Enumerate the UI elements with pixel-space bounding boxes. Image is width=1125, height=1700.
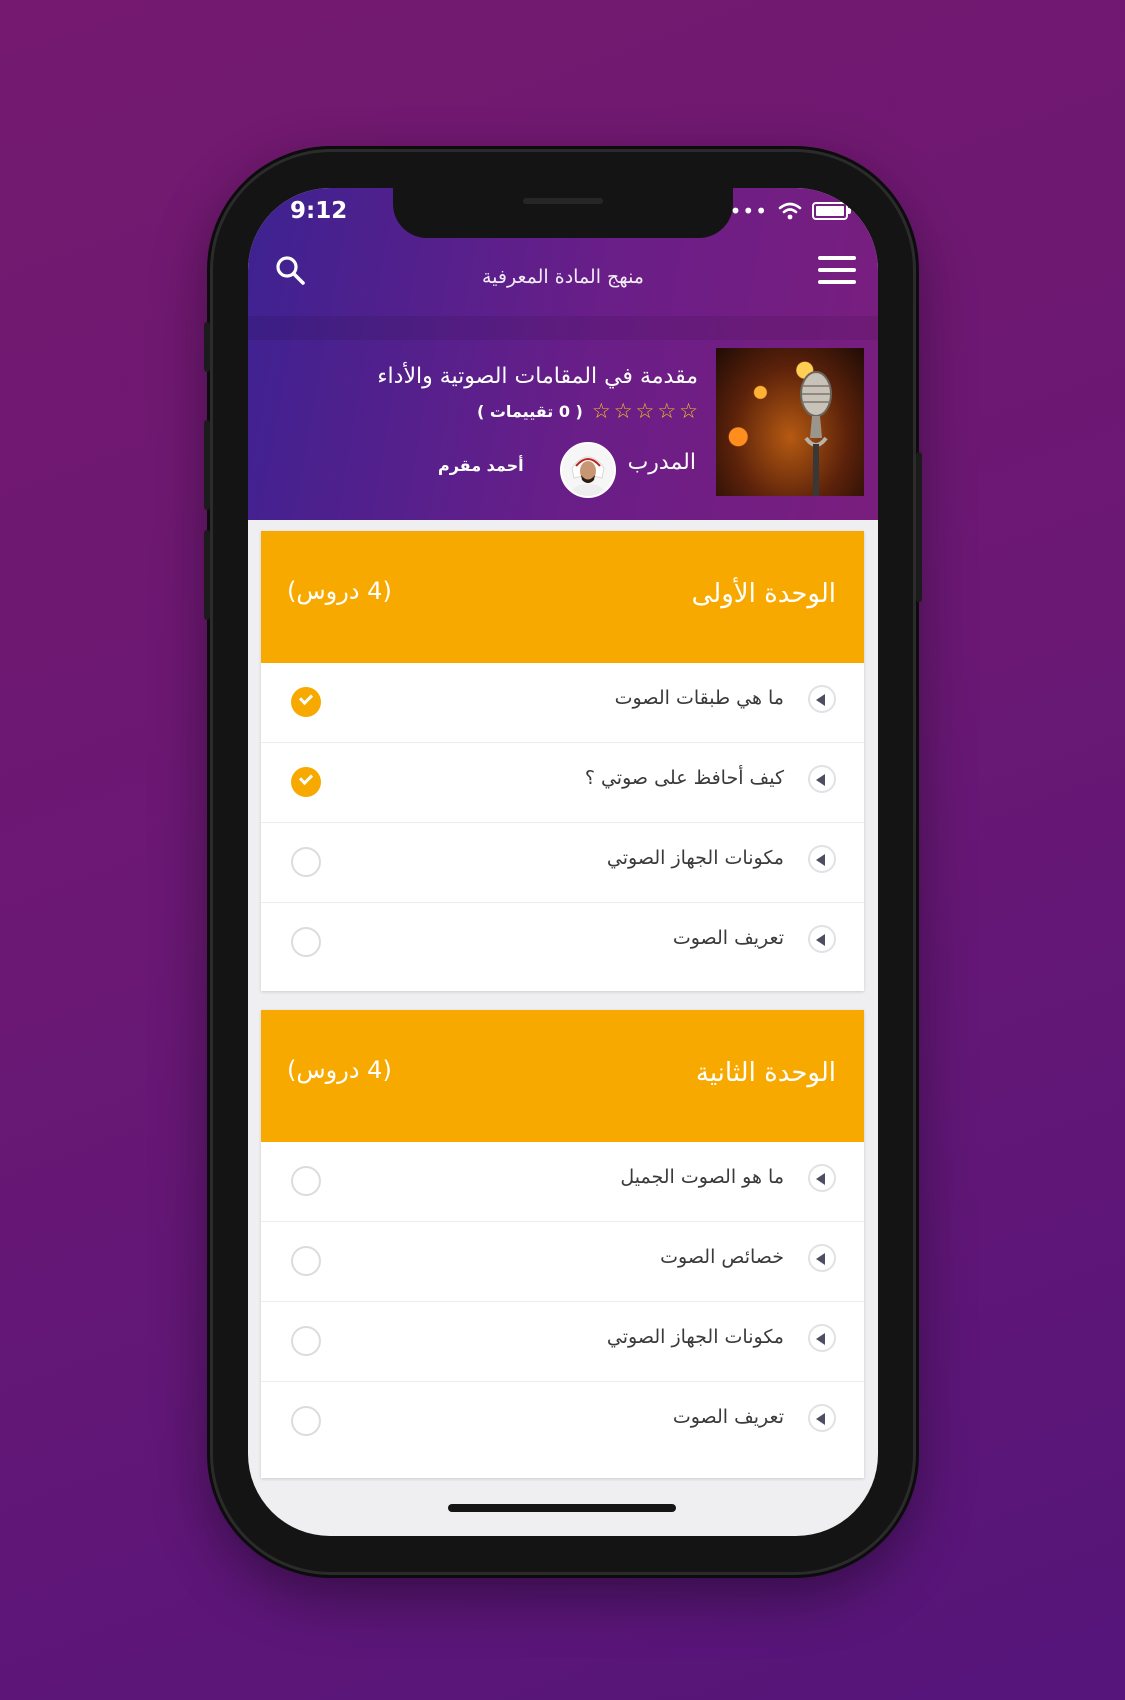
star-icon: ☆ [657,399,677,423]
star-icon: ☆ [679,399,698,423]
incomplete-circle-icon [291,1246,321,1276]
lesson-row[interactable]: ما هو الصوت الجميل [261,1142,864,1222]
trainer-label: المدرب [627,450,696,475]
star-icon: ☆ [635,399,655,423]
search-button[interactable] [274,254,314,294]
play-icon[interactable] [808,1324,836,1352]
completed-check-icon [291,767,321,797]
completed-check-icon [291,687,321,717]
play-icon[interactable] [808,845,836,873]
incomplete-circle-icon [291,927,321,957]
play-icon[interactable] [808,765,836,793]
battery-icon [812,202,851,220]
lesson-title: كيف أحافظ على صوتي ؟ [584,767,784,789]
course-rating: ☆ ☆ ☆ ☆ ☆ ( 0 تقييمات ) [477,400,698,422]
course-thumbnail[interactable] [716,348,864,496]
lesson-row[interactable]: خصائص الصوت [261,1222,864,1302]
mute-switch [204,322,210,372]
unit-card: الوحدة الأولى (4 دروس) ما هي طبقات الصوت… [261,531,864,991]
volume-down-button [204,530,210,620]
status-time: 9:12 [290,198,348,224]
play-icon[interactable] [808,925,836,953]
menu-button[interactable] [818,256,856,286]
play-icon[interactable] [808,1404,836,1432]
search-icon [276,256,305,285]
unit-title: الوحدة الأولى [691,579,836,609]
screen: 9:12 •••• منهج المادة المعرفية مقدمة في … [248,188,878,1536]
incomplete-circle-icon [291,1326,321,1356]
trainer-name[interactable]: أحمد مقرم [438,456,524,475]
status-icons: •••• [717,201,851,221]
lesson-row[interactable]: تعريف الصوت [261,1382,864,1478]
person-icon [570,456,606,496]
lesson-row[interactable]: مكونات الجهاز الصوتي [261,1302,864,1382]
hamburger-menu-icon [818,280,856,284]
home-indicator[interactable] [448,1504,676,1512]
lesson-title: مكونات الجهاز الصوتي [606,847,784,869]
header-divider [248,316,878,340]
hamburger-menu-icon [818,268,856,272]
speaker [523,198,603,204]
lesson-title: مكونات الجهاز الصوتي [606,1326,784,1348]
wifi-icon [778,202,802,220]
unit-header[interactable]: الوحدة الثانية (4 دروس) [261,1010,864,1142]
incomplete-circle-icon [291,847,321,877]
page-title: منهج المادة المعرفية [482,266,644,288]
top-bar: منهج المادة المعرفية [248,236,878,316]
course-title: مقدمة في المقامات الصوتية والأداء [377,364,698,389]
star-icon: ☆ [591,399,611,423]
trainer-avatar[interactable] [560,442,616,498]
notch [393,188,733,238]
play-icon[interactable] [808,1164,836,1192]
incomplete-circle-icon [291,1166,321,1196]
unit-lesson-count: (4 دروس) [287,577,392,605]
lesson-title: خصائص الصوت [660,1246,784,1268]
unit-title: الوحدة الثانية [695,1058,836,1088]
lesson-row[interactable]: كيف أحافظ على صوتي ؟ [261,743,864,823]
lesson-row[interactable]: تعريف الصوت [261,903,864,991]
hamburger-menu-icon [818,256,856,260]
lesson-row[interactable]: ما هي طبقات الصوت [261,663,864,743]
star-icon: ☆ [613,399,633,423]
lesson-row[interactable]: مكونات الجهاز الصوتي [261,823,864,903]
unit-card: الوحدة الثانية (4 دروس) ما هو الصوت الجم… [261,1010,864,1478]
lesson-title: ما هي طبقات الصوت [614,687,784,709]
phone-frame: 9:12 •••• منهج المادة المعرفية مقدمة في … [204,152,922,1572]
lesson-title: تعريف الصوت [672,1406,784,1428]
rating-count: ( 0 تقييمات ) [476,401,583,421]
unit-lesson-count: (4 دروس) [287,1056,392,1084]
play-icon[interactable] [808,1244,836,1272]
microphone-icon [800,371,832,496]
power-button [916,452,922,602]
lesson-title: ما هو الصوت الجميل [620,1166,784,1188]
volume-up-button [204,420,210,510]
incomplete-circle-icon [291,1406,321,1436]
unit-header[interactable]: الوحدة الأولى (4 دروس) [261,531,864,663]
lesson-title: تعريف الصوت [672,927,784,949]
play-icon[interactable] [808,685,836,713]
